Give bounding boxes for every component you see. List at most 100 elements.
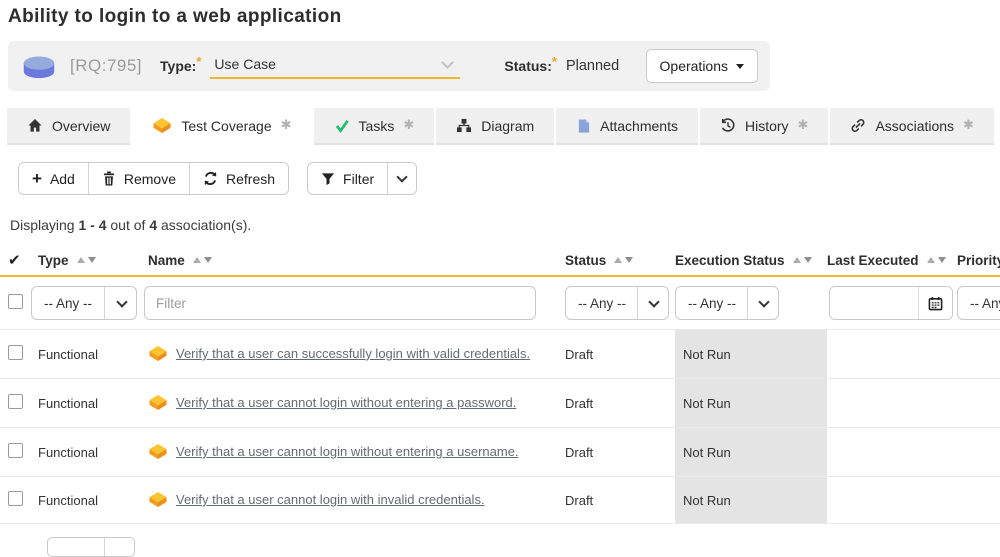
- tab-history[interactable]: History ✱: [700, 108, 828, 145]
- tab-diagram[interactable]: Diagram: [436, 108, 554, 145]
- test-case-link[interactable]: Verify that a user cannot login without …: [176, 444, 519, 459]
- row-status: Draft: [565, 347, 593, 362]
- tab-test-coverage[interactable]: Test Coverage ✱: [132, 108, 311, 145]
- type-dropdown[interactable]: Use Case: [210, 53, 460, 79]
- filter-funnel-icon: [321, 172, 335, 186]
- sort-desc-icon[interactable]: [88, 257, 96, 263]
- test-case-link[interactable]: Verify that a user can successfully logi…: [176, 346, 530, 361]
- column-header-last-executed: Last Executed: [827, 253, 957, 268]
- row-type: Functional: [38, 445, 98, 460]
- requirement-cylinder-icon: [20, 51, 58, 81]
- test-case-icon: [148, 394, 168, 411]
- summary-text: out of: [110, 217, 145, 233]
- tab-associations[interactable]: Associations ✱: [830, 108, 994, 145]
- sort-asc-icon[interactable]: [77, 257, 85, 263]
- dropdown-value: -- Any --: [970, 296, 1000, 311]
- table-row: Functional Verify that a user can succes…: [0, 329, 1000, 378]
- status-label: Status:: [504, 58, 551, 74]
- unsaved-marker: ✱: [403, 118, 414, 133]
- column-header-status: Status: [565, 253, 675, 268]
- priority-filter-dropdown[interactable]: -- Any --: [957, 286, 1000, 320]
- dropdown-value: -- Any --: [44, 296, 92, 311]
- required-marker: *: [196, 54, 201, 69]
- attachment-file-icon: [576, 118, 591, 134]
- execution-status-filter-dropdown[interactable]: -- Any --: [675, 286, 779, 320]
- column-header-type: Type: [38, 253, 148, 268]
- sort-desc-icon[interactable]: [938, 257, 946, 263]
- row-checkbox[interactable]: [8, 491, 23, 506]
- row-type: Functional: [38, 493, 98, 508]
- divider: [104, 287, 105, 319]
- summary-text: Displaying: [10, 217, 75, 233]
- tab-label: Test Coverage: [181, 118, 271, 134]
- status-filter-dropdown[interactable]: -- Any --: [565, 286, 669, 320]
- sort-desc-icon[interactable]: [804, 257, 812, 263]
- test-case-icon: [148, 345, 168, 362]
- pagination-dropdown-clipped[interactable]: [47, 537, 135, 557]
- unsaved-marker: ✱: [281, 118, 292, 133]
- row-status: Draft: [565, 445, 593, 460]
- operations-label: Operations: [660, 58, 728, 74]
- sort-asc-icon[interactable]: [614, 257, 622, 263]
- row-execution-status: Not Run: [683, 445, 731, 460]
- last-executed-filter-date[interactable]: [829, 286, 953, 320]
- name-filter-input[interactable]: [144, 286, 536, 320]
- test-case-link[interactable]: Verify that a user cannot login without …: [176, 395, 516, 410]
- unsaved-marker: ✱: [963, 118, 974, 133]
- test-case-link[interactable]: Verify that a user cannot login with inv…: [176, 492, 485, 507]
- row-checkbox[interactable]: [8, 443, 23, 458]
- test-coverage-box-icon: [152, 117, 172, 134]
- page-title: Ability to login to a web application: [8, 6, 1000, 28]
- row-checkbox[interactable]: [8, 394, 23, 409]
- row-checkbox[interactable]: [8, 345, 23, 360]
- required-marker: *: [552, 54, 557, 69]
- sort-desc-icon[interactable]: [204, 257, 212, 263]
- filter-label: Filter: [343, 171, 374, 187]
- status-value: Planned: [566, 58, 619, 74]
- artifact-id: [RQ:795]: [70, 56, 142, 76]
- tab-label: Tasks: [359, 118, 395, 134]
- filter-menu-button[interactable]: [387, 163, 416, 194]
- grid-toolbar: + Add Remove: [18, 162, 1000, 195]
- filter-button[interactable]: Filter: [308, 163, 387, 194]
- table-body: Functional Verify that a user can succes…: [0, 329, 1000, 524]
- calendar-icon[interactable]: [918, 287, 952, 319]
- sort-asc-icon[interactable]: [193, 257, 201, 263]
- remove-button[interactable]: Remove: [88, 163, 189, 194]
- add-button[interactable]: + Add: [19, 163, 88, 194]
- dropdown-value: [48, 538, 105, 556]
- divider: [637, 287, 638, 319]
- dropdown-value: -- Any --: [578, 296, 626, 311]
- summary-text: association(s).: [161, 217, 251, 233]
- filter-row-checkbox[interactable]: [8, 294, 23, 309]
- tab-attachments[interactable]: Attachments: [556, 108, 698, 145]
- sort-asc-icon[interactable]: [927, 257, 935, 263]
- tab-overview[interactable]: Overview: [7, 108, 130, 145]
- tab-label: History: [745, 118, 789, 134]
- sort-desc-icon[interactable]: [625, 257, 633, 263]
- select-all-check-icon[interactable]: ✔: [8, 251, 21, 269]
- refresh-button[interactable]: Refresh: [189, 163, 288, 194]
- row-status: Draft: [565, 396, 593, 411]
- chevron-down-icon: [442, 56, 455, 69]
- task-check-icon: [334, 118, 350, 133]
- date-input[interactable]: [830, 287, 918, 319]
- divider: [747, 287, 748, 319]
- column-header-name: Name: [148, 253, 565, 268]
- type-filter-dropdown[interactable]: -- Any --: [31, 286, 137, 320]
- association-link-icon: [850, 118, 866, 133]
- tab-label: Associations: [875, 118, 954, 134]
- operations-button[interactable]: Operations: [646, 49, 758, 83]
- chevron-down-icon: [758, 296, 769, 307]
- row-execution-status: Not Run: [683, 396, 731, 411]
- type-label: Type:: [160, 58, 196, 74]
- tab-label: Overview: [52, 118, 110, 134]
- table-header-row: ✔ Type Name Status Execution Status Last…: [0, 245, 1000, 277]
- column-label: Type: [38, 253, 69, 268]
- table-filter-row: -- Any -- -- Any -- -- Any --: [0, 277, 1000, 329]
- test-case-icon: [148, 443, 168, 460]
- column-label: Last Executed: [827, 253, 919, 268]
- tab-tasks[interactable]: Tasks ✱: [314, 108, 435, 145]
- sort-asc-icon[interactable]: [793, 257, 801, 263]
- row-execution-status: Not Run: [683, 493, 731, 508]
